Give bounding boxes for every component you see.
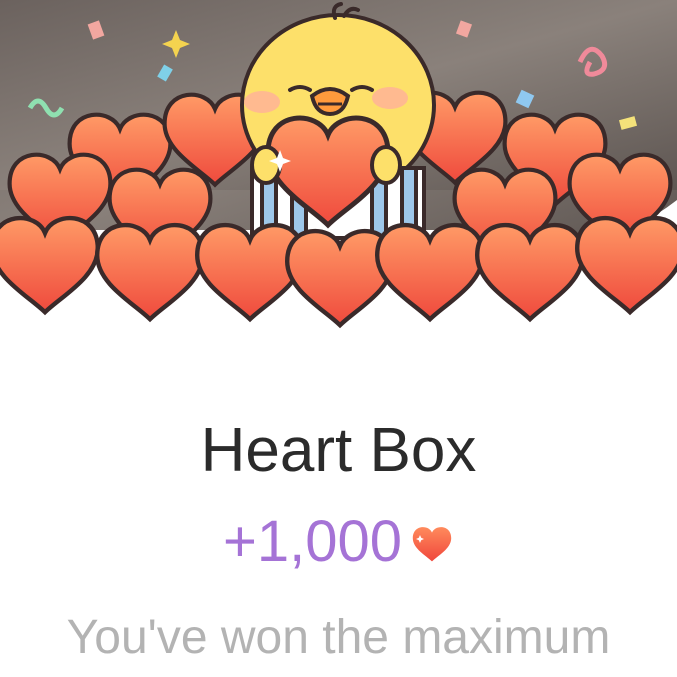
chick-hugging-heart-icon: [0, 0, 677, 340]
reward-message: You've won the maximum: [66, 611, 611, 664]
celebration-banner: [0, 0, 677, 340]
heart-icon: [410, 523, 454, 568]
reward-amount: +1,000: [222, 509, 402, 574]
reward-row: +1,000: [0, 508, 677, 576]
reward-title: Heart Box: [200, 416, 477, 485]
